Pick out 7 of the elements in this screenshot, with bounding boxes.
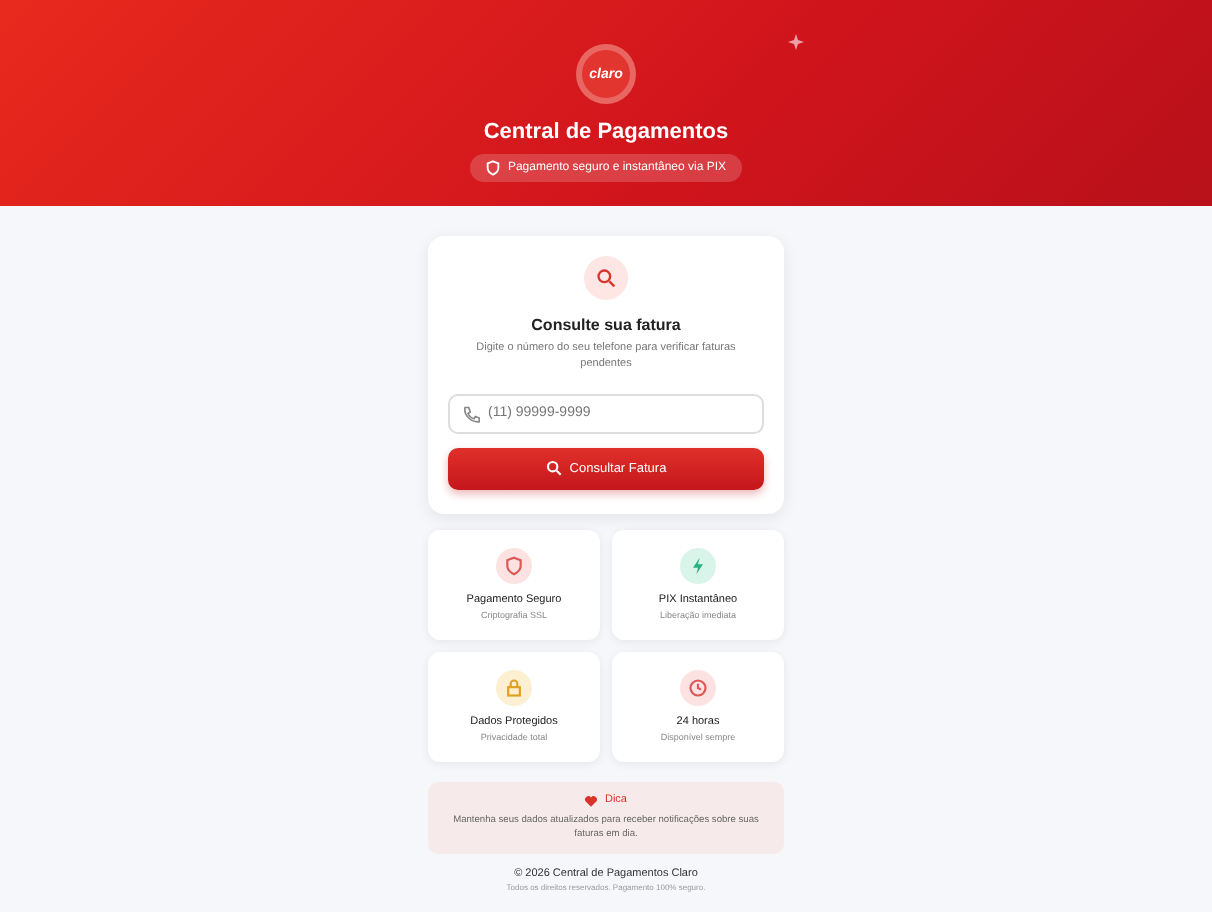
card-title: Consulte sua fatura <box>531 316 681 334</box>
search-icon <box>545 460 562 477</box>
sparkle-icon <box>788 34 804 50</box>
search-icon <box>584 256 628 300</box>
shield-icon <box>485 160 500 176</box>
page-title: Central de Pagamentos <box>483 120 729 144</box>
heart-icon <box>584 793 599 808</box>
